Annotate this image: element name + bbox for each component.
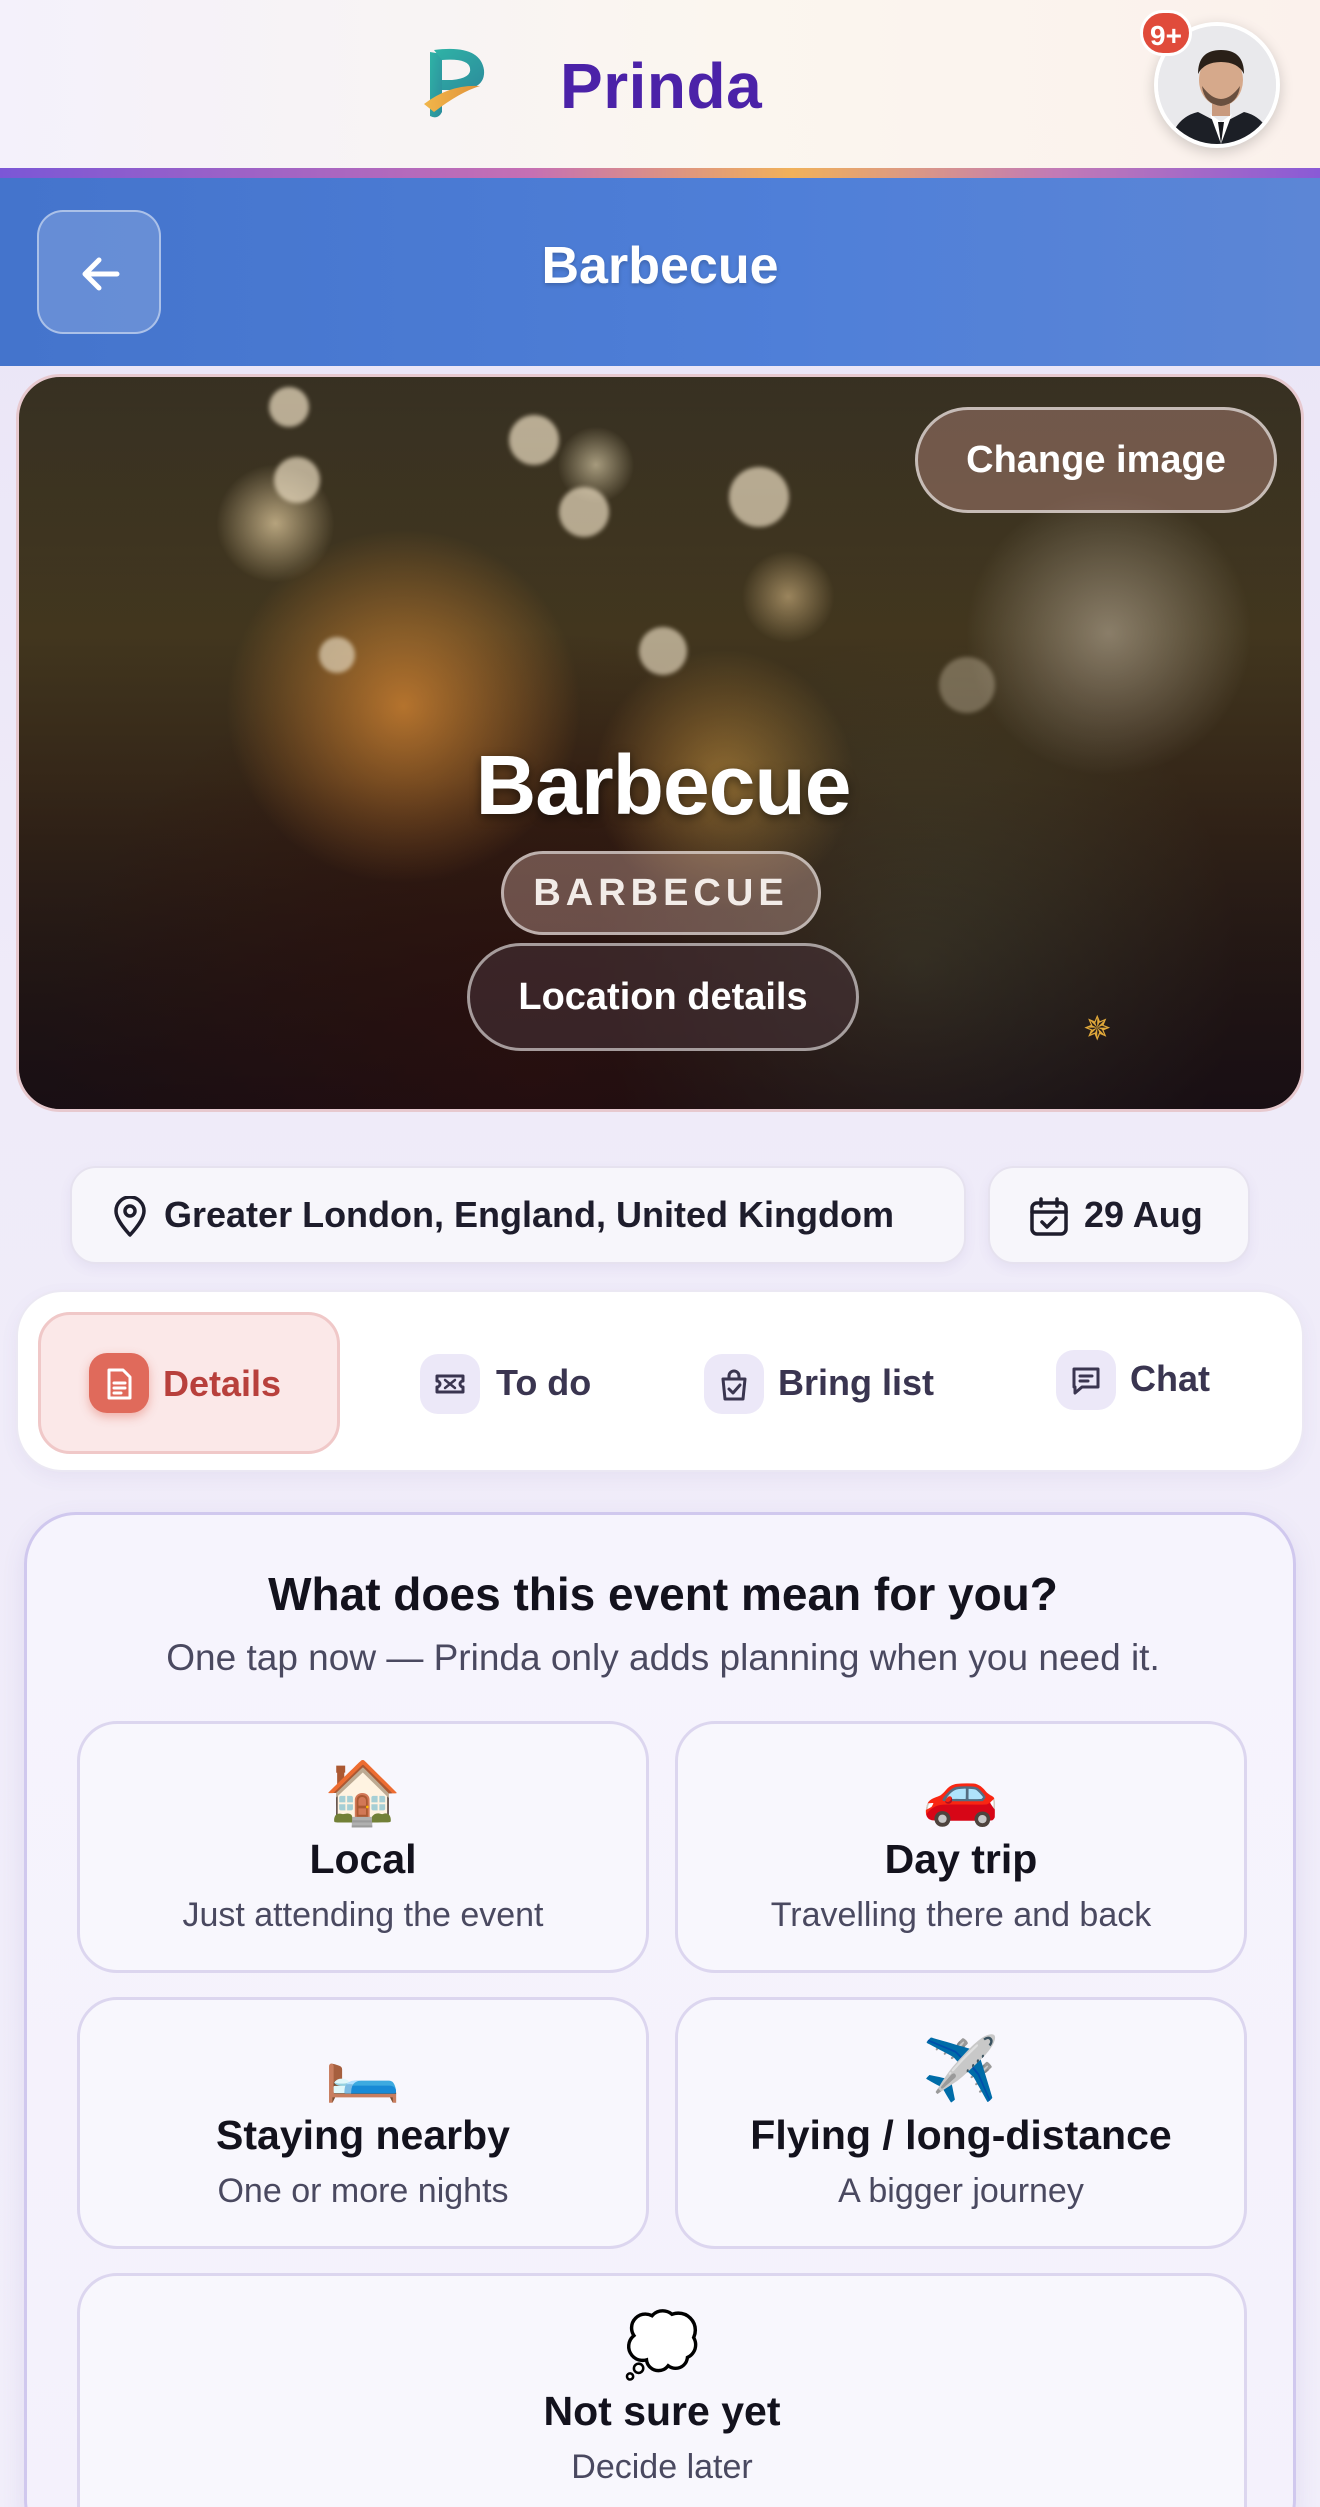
event-title: Barbecue: [475, 738, 852, 832]
tab-bring-list[interactable]: Bring list: [702, 1312, 962, 1454]
card-subtitle: One tap now — Prinda only adds planning …: [166, 1637, 1160, 1678]
card-title: What does this event mean for you?: [268, 1568, 1058, 1620]
page: Prinda 9+ Barbecue Change image Barbecue…: [0, 0, 1320, 2507]
option-title: Not sure yet: [543, 2388, 781, 2434]
option-subtitle: A bigger journey: [838, 2172, 1084, 2210]
option-title: Day trip: [884, 1836, 1038, 1882]
location-pill[interactable]: Greater London, England, United Kingdom: [70, 1166, 966, 1264]
house-icon: 🏠: [324, 1759, 402, 1828]
location-details-button[interactable]: Location details: [467, 943, 859, 1051]
document-icon: [89, 1353, 149, 1413]
change-image-button[interactable]: Change image: [915, 407, 1277, 513]
calendar-check-icon: [1030, 1197, 1068, 1236]
sparkle-icon: ✵: [1083, 1010, 1112, 1048]
travel-type-card: What does this event mean for you? One t…: [24, 1512, 1296, 2507]
option-staying-nearby[interactable]: 🛏️ Staying nearby One or more nights: [77, 1997, 649, 2249]
app-bar: Prinda 9+: [0, 0, 1320, 172]
ticket-icon: [420, 1354, 480, 1414]
tab-label: Details: [163, 1363, 282, 1404]
gradient-divider: [0, 168, 1320, 178]
option-subtitle: Travelling there and back: [770, 1896, 1152, 1934]
bed-icon: 🛏️: [324, 2035, 402, 2104]
notification-badge[interactable]: 9+: [1140, 10, 1192, 56]
event-tabs: Details To do Bring list Chat: [16, 1290, 1304, 1472]
option-local[interactable]: 🏠 Local Just attending the event: [77, 1721, 649, 1973]
option-title: Staying nearby: [216, 2112, 510, 2158]
tab-label: To do: [496, 1362, 592, 1403]
chat-icon: [1056, 1350, 1116, 1410]
brand-name: Prinda: [560, 50, 763, 122]
option-day-trip[interactable]: 🚗 Day trip Travelling there and back: [675, 1721, 1247, 1973]
option-subtitle: Just attending the event: [182, 1896, 544, 1934]
tab-to-do[interactable]: To do: [418, 1312, 638, 1454]
option-title: Flying / long-distance: [750, 2112, 1172, 2158]
option-flying[interactable]: ✈️ Flying / long-distance A bigger journ…: [675, 1997, 1247, 2249]
option-subtitle: One or more nights: [217, 2172, 509, 2210]
tab-chat[interactable]: Chat: [1054, 1312, 1254, 1454]
tab-label: Chat: [1130, 1358, 1210, 1399]
tab-label: Bring list: [778, 1362, 935, 1403]
bag-check-icon: [704, 1354, 764, 1414]
thought-bubble-icon: 💭: [623, 2311, 701, 2380]
tab-details[interactable]: Details: [38, 1312, 340, 1454]
option-title: Local: [309, 1836, 417, 1882]
map-pin-icon: [114, 1196, 146, 1237]
prinda-logo-icon: [424, 48, 485, 118]
event-hero-image: Change image Barbecue BARBECUE Location …: [16, 374, 1304, 1112]
date-text: 29 Aug: [1084, 1194, 1203, 1235]
date-pill[interactable]: 29 Aug: [988, 1166, 1250, 1264]
airplane-icon: ✈️: [922, 2035, 1000, 2104]
page-title: Barbecue: [541, 237, 779, 295]
category-tag: BARBECUE: [501, 851, 821, 935]
option-subtitle: Decide later: [571, 2448, 753, 2486]
car-icon: 🚗: [922, 1759, 1000, 1828]
location-text: Greater London, England, United Kingdom: [164, 1194, 894, 1235]
option-not-sure[interactable]: 💭 Not sure yet Decide later: [77, 2273, 1247, 2507]
